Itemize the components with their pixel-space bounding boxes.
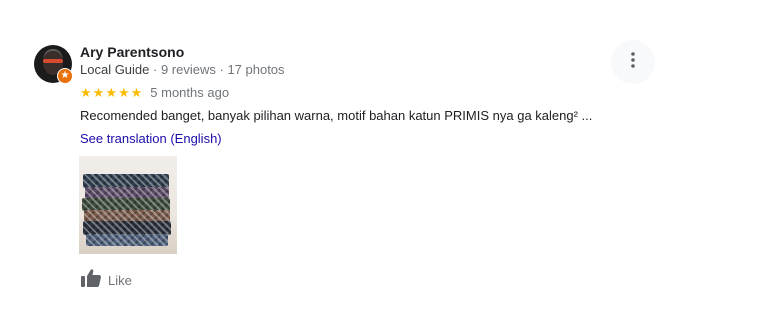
rating-row: ★ ★ ★ ★ ★ 5 months ago [80,84,229,100]
review-text: Recomended banget, banyak pilihan warna,… [80,108,593,123]
star-icon: ★ [130,84,143,100]
more-vertical-icon [631,51,635,73]
reviewer-name[interactable]: Ary Parentsono [80,44,184,60]
more-options-button[interactable] [611,40,655,84]
review-time: 5 months ago [150,84,230,100]
see-translation-link[interactable]: See translation (English) [80,131,222,146]
meta-separator-2: · [215,62,228,77]
photo-fabric-stack-6 [86,234,168,246]
reviewer-level: Local Guide [80,62,150,77]
reviewer-photo-count: 17 photos [227,62,285,77]
reviewer-review-count: 9 reviews [160,62,216,77]
photo-fabric-stack-5 [83,221,171,235]
like-label: Like [108,273,132,288]
star-icon: ★ [92,84,105,100]
like-button[interactable]: Like [80,268,132,293]
star-rating: ★ ★ ★ ★ ★ [80,86,142,99]
thumbs-up-icon [80,268,102,293]
photo-fabric-stack-1 [83,174,169,188]
review-photo[interactable] [79,156,177,254]
star-icon: ★ [117,84,130,100]
avatar-glasses [43,59,63,63]
local-guide-badge-icon: ★ [57,68,73,84]
meta-separator-1: · [149,62,161,77]
star-icon: ★ [80,84,92,100]
reviewer-meta: Local Guide · 9 reviews · 17 photos [80,62,285,77]
star-icon: ★ [105,84,117,100]
